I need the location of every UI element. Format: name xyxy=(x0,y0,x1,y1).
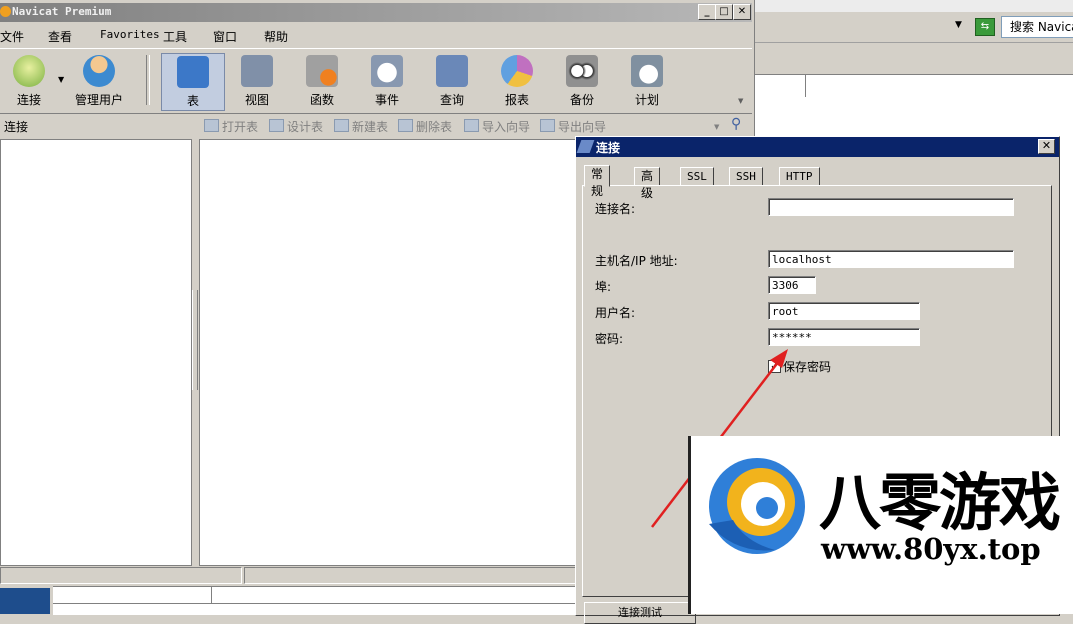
watermark-panel: 八零游戏 www.80yx.top xyxy=(688,436,1073,614)
watermark-logo xyxy=(709,458,805,554)
password-field[interactable]: ****** xyxy=(768,328,920,346)
tab-general[interactable]: 常规 xyxy=(584,165,611,198)
background-tab-row xyxy=(755,74,1073,98)
report-icon xyxy=(501,55,533,87)
tb-report-button[interactable]: 报表 xyxy=(486,53,548,109)
tab-http[interactable]: HTTP xyxy=(779,167,820,186)
import-icon xyxy=(464,119,479,132)
port-field[interactable]: 3306 xyxy=(768,276,816,294)
status-cell-1 xyxy=(0,567,242,584)
close-button[interactable]: ✕ xyxy=(733,4,751,20)
port-label: 埠: xyxy=(595,280,612,294)
connect-dropdown-icon[interactable]: ▼ xyxy=(58,75,64,84)
dialog-title: 连接 xyxy=(596,141,621,155)
tb-query-button[interactable]: 查询 xyxy=(421,53,483,109)
delete-table-icon xyxy=(398,119,413,132)
event-icon xyxy=(371,55,403,87)
delete-table-button[interactable]: 删除表 xyxy=(398,118,452,135)
status-cell-2 xyxy=(244,567,576,584)
menu-file[interactable]: 文件 xyxy=(0,28,24,45)
conn-name-label: 连接名: xyxy=(595,202,636,216)
connect-icon xyxy=(13,55,45,87)
taskbar-fragment xyxy=(0,588,50,614)
dialog-close-button[interactable]: ✕ xyxy=(1038,139,1055,154)
background-window-top xyxy=(755,0,1073,12)
schedule-icon xyxy=(631,55,663,87)
menu-window[interactable]: 窗口 xyxy=(213,28,237,45)
tab-ssl[interactable]: SSL xyxy=(680,167,714,186)
search-navicat-input[interactable]: 搜索 Navicat xyxy=(1001,16,1073,38)
connections-header: 连接 xyxy=(4,120,29,134)
tab-advanced[interactable]: 高级 xyxy=(634,167,661,200)
toolbar-separator xyxy=(146,55,150,105)
tb-view-button[interactable]: 视图 xyxy=(226,53,288,109)
manage-users-button[interactable]: 管理用户 xyxy=(68,53,130,109)
tb-table-button[interactable]: 表 xyxy=(161,53,225,111)
subbar-dropdown-icon[interactable]: ▼ xyxy=(714,123,719,131)
watermark-url: www.80yx.top xyxy=(821,532,1041,566)
dialog-icon xyxy=(576,140,595,153)
navicat-logo-icon xyxy=(0,6,11,17)
host-field[interactable]: localhost xyxy=(768,250,1014,268)
object-list[interactable] xyxy=(199,139,576,566)
search-icon[interactable]: ⚲ xyxy=(731,116,741,132)
tb-schedule-button[interactable]: 计划 xyxy=(616,53,678,109)
new-table-button[interactable]: 新建表 xyxy=(334,118,388,135)
password-label: 密码: xyxy=(595,332,624,346)
backup-icon xyxy=(566,55,598,87)
search-dropdown-icon[interactable]: ▼ xyxy=(955,20,962,30)
dialog-title-bar: 连接 ✕ xyxy=(576,137,1059,157)
menu-view[interactable]: 查看 xyxy=(48,28,72,45)
export-wizard-button[interactable]: 导出向导 xyxy=(540,118,606,135)
menu-favorites[interactable]: Favorites xyxy=(100,28,160,41)
menu-bar: 文件 查看 Favorites 工具 窗口 帮助 xyxy=(0,26,752,46)
toolbar-overflow-icon[interactable]: ▼ xyxy=(738,97,743,105)
table-icon xyxy=(177,56,209,88)
user-icon xyxy=(83,55,115,87)
window-title: Navicat Premium xyxy=(12,5,112,18)
tb-event-button[interactable]: 事件 xyxy=(356,53,418,109)
design-table-button[interactable]: 设计表 xyxy=(269,118,323,135)
object-toolbar: 连接 打开表 设计表 新建表 删除表 导入向导 导出向导 ▼ ⚲ xyxy=(0,113,752,138)
function-icon xyxy=(306,55,338,87)
tab-ssh[interactable]: SSH xyxy=(729,167,763,186)
save-password-checkbox[interactable]: ✓ xyxy=(768,360,781,373)
test-connection-button[interactable]: 连接测试 xyxy=(584,602,696,624)
minimize-button[interactable]: _ xyxy=(698,4,716,20)
title-bar: Navicat Premium _ □ ✕ xyxy=(0,3,752,22)
query-icon xyxy=(436,55,468,87)
export-icon xyxy=(540,119,555,132)
conn-name-field[interactable] xyxy=(768,198,1014,216)
design-table-icon xyxy=(269,119,284,132)
main-toolbar: 连接 ▼ 管理用户 表 视图 函数 事件 查询 报表 备份 计划 ▼ xyxy=(0,48,752,111)
connect-button[interactable]: 连接 xyxy=(0,53,58,109)
host-label: 主机名/IP 地址: xyxy=(595,254,678,268)
refresh-icon[interactable]: ⇆ xyxy=(975,18,995,36)
import-wizard-button[interactable]: 导入向导 xyxy=(464,118,530,135)
open-table-icon xyxy=(204,119,219,132)
maximize-button[interactable]: □ xyxy=(715,4,733,20)
connection-tree[interactable] xyxy=(0,139,192,566)
new-table-icon xyxy=(334,119,349,132)
save-password-label: 保存密码 xyxy=(783,360,832,374)
view-icon xyxy=(241,55,273,87)
splitter[interactable] xyxy=(192,290,198,390)
tb-function-button[interactable]: 函数 xyxy=(291,53,353,109)
username-field[interactable]: root xyxy=(768,302,920,320)
open-table-button[interactable]: 打开表 xyxy=(204,118,258,135)
watermark-name: 八零游戏 xyxy=(819,466,1061,539)
username-label: 用户名: xyxy=(595,306,636,320)
menu-tools[interactable]: 工具 xyxy=(163,28,187,45)
menu-help[interactable]: 帮助 xyxy=(264,28,288,45)
tb-backup-button[interactable]: 备份 xyxy=(551,53,613,109)
